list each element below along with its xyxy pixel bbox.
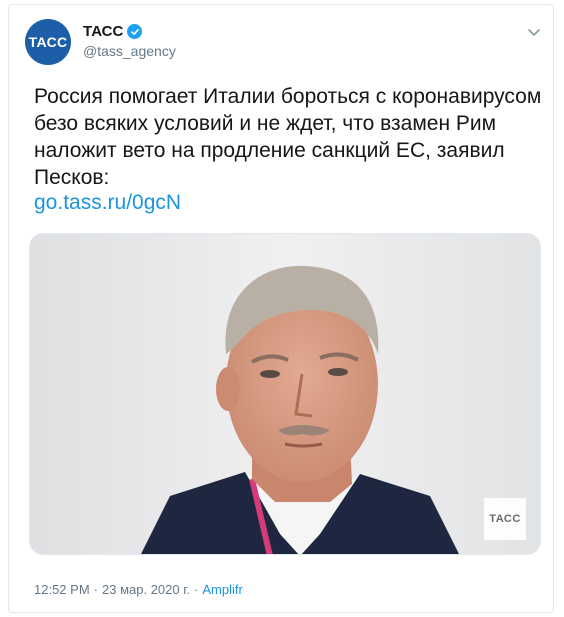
tweet-media-photo[interactable]: ТАСС: [29, 233, 541, 555]
meta-separator: ·: [93, 582, 98, 597]
chevron-down-icon[interactable]: [527, 25, 541, 43]
verified-badge-icon: [127, 24, 143, 39]
tweet-source[interactable]: Amplifr: [202, 582, 242, 597]
avatar-logo-text: ТАСС: [28, 34, 68, 50]
tweet-link[interactable]: go.tass.ru/0gcN: [34, 191, 181, 215]
tweet-text: Россия помогает Италии бороться с корона…: [34, 85, 542, 189]
meta-separator: ·: [194, 582, 199, 597]
account-handle[interactable]: @tass_agency: [83, 43, 176, 59]
display-name[interactable]: ТАСС: [83, 23, 123, 40]
watermark-text: ТАСС: [489, 513, 521, 525]
tweet-time[interactable]: 12:52 PM: [34, 582, 90, 597]
person-photo: [30, 234, 540, 554]
tweet-meta: 12:52 PM · 23 мар. 2020 г. · Amplifr: [34, 582, 243, 597]
tweet-header: ТАСС ТАСС @tass_agency: [21, 15, 541, 65]
tweet-card[interactable]: ТАСС ТАСС @tass_agency Россия помогает И…: [8, 4, 554, 613]
avatar[interactable]: ТАСС: [25, 19, 71, 65]
account-names[interactable]: ТАСС @tass_agency: [83, 23, 176, 59]
tass-watermark-logo: ТАСС: [484, 498, 526, 540]
tweet-date[interactable]: 23 мар. 2020 г.: [102, 582, 190, 597]
